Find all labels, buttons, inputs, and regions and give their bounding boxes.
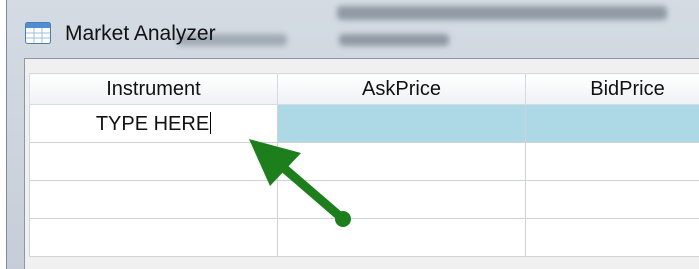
market-analyzer-window: Market Analyzer Instrument AskPrice BidP…	[6, 0, 699, 269]
window-app-icon	[25, 22, 51, 44]
blurred-background-text	[177, 4, 697, 50]
askprice-cell[interactable]	[277, 218, 526, 257]
text-caret	[210, 111, 212, 134]
bidprice-cell[interactable]	[525, 104, 699, 143]
instrument-cell[interactable]	[29, 218, 278, 257]
askprice-cell[interactable]	[277, 180, 526, 219]
instrument-cell[interactable]	[29, 142, 278, 181]
table-row[interactable]	[29, 142, 699, 181]
bidprice-cell[interactable]	[525, 218, 699, 257]
column-header-bidprice[interactable]: BidPrice	[525, 73, 699, 105]
column-header-instrument[interactable]: Instrument	[29, 73, 278, 105]
instrument-grid: Instrument AskPrice BidPrice TYPE HERE	[29, 73, 699, 257]
instrument-cell-editing[interactable]: TYPE HERE	[29, 104, 278, 143]
title-bar[interactable]: Market Analyzer	[7, 0, 699, 58]
bidprice-cell[interactable]	[525, 142, 699, 181]
grid-header-row: Instrument AskPrice BidPrice	[29, 73, 699, 105]
bidprice-cell[interactable]	[525, 180, 699, 219]
instrument-grid-panel: Instrument AskPrice BidPrice TYPE HERE	[24, 58, 699, 269]
instrument-cell[interactable]	[29, 180, 278, 219]
table-row[interactable]	[29, 218, 699, 257]
table-row[interactable]: TYPE HERE	[29, 104, 699, 143]
askprice-cell[interactable]	[277, 104, 526, 143]
askprice-cell[interactable]	[277, 142, 526, 181]
column-header-askprice[interactable]: AskPrice	[277, 73, 526, 105]
window-title: Market Analyzer	[65, 22, 216, 45]
table-row[interactable]	[29, 180, 699, 219]
instrument-input-text[interactable]: TYPE HERE	[96, 113, 209, 135]
